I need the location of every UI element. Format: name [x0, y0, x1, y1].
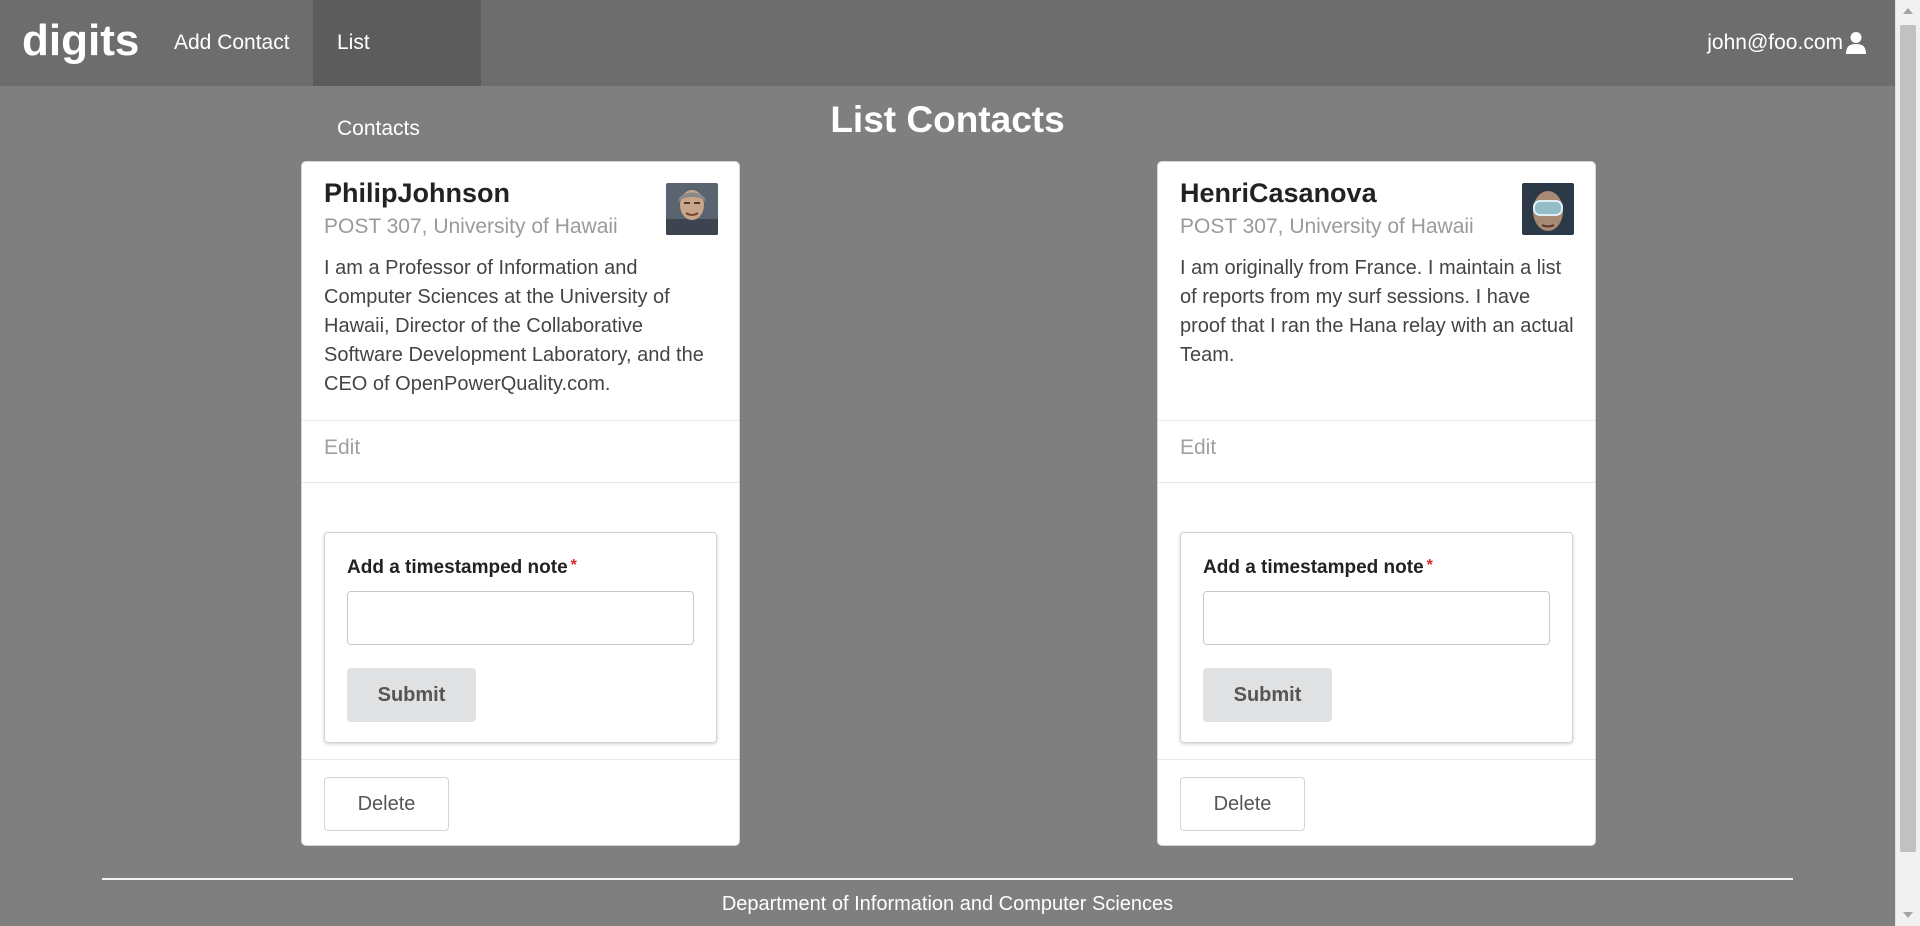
contact-card: HenriCasanova POST 307, University of Ha…: [1157, 161, 1596, 846]
footer-text: Department of Information and Computer S…: [721, 893, 1174, 915]
divider: [302, 482, 739, 483]
edit-link[interactable]: Edit: [324, 436, 360, 460]
contact-description: I am a Professor of Information and Comp…: [324, 257, 704, 395]
page-title: List Contacts: [830, 99, 1065, 140]
note-input[interactable]: [1203, 591, 1550, 645]
avatar: [1522, 183, 1574, 235]
contact-description: I am originally from France. I maintain …: [1180, 257, 1574, 366]
vertical-scrollbar[interactable]: [1895, 0, 1920, 926]
contact-card: PhilipJohnson POST 307, University of Ha…: [301, 161, 740, 846]
contact-name: HenriCasanova: [1180, 178, 1377, 208]
submit-button[interactable]: Submit: [1203, 668, 1332, 722]
divider: [1158, 759, 1595, 760]
divider: [1158, 420, 1595, 421]
divider: [302, 420, 739, 421]
user-icon: [1846, 32, 1866, 54]
nav-list-contacts[interactable]: List Contacts: [313, 0, 481, 140]
add-note-form: Add a timestamped note * Submit: [1180, 532, 1573, 743]
required-marker: *: [570, 557, 577, 574]
contact-address: POST 307, University of Hawaii: [324, 215, 618, 238]
scroll-up-icon[interactable]: [1903, 8, 1913, 14]
submit-button[interactable]: Submit: [347, 668, 476, 722]
contact-name: PhilipJohnson: [324, 178, 510, 208]
top-navbar: digits Add Contact List Contacts john@fo…: [0, 0, 1895, 140]
required-marker: *: [1426, 557, 1433, 574]
nav-add-contact[interactable]: Add Contact: [150, 0, 314, 86]
scroll-thumb[interactable]: [1900, 25, 1916, 852]
delete-button[interactable]: Delete: [1180, 777, 1305, 831]
user-email: john@foo.com: [1707, 31, 1843, 54]
add-note-form: Add a timestamped note * Submit: [324, 532, 717, 743]
brand-logo[interactable]: digits: [22, 14, 139, 68]
note-input[interactable]: [347, 591, 694, 645]
footer-divider: [102, 878, 1793, 880]
note-label: Add a timestamped note *: [347, 557, 577, 579]
note-label-text: Add a timestamped note: [1203, 557, 1424, 578]
user-menu[interactable]: john@foo.com: [1707, 0, 1867, 86]
divider: [302, 759, 739, 760]
note-label: Add a timestamped note *: [1203, 557, 1433, 579]
note-label-text: Add a timestamped note: [347, 557, 568, 578]
scroll-down-icon[interactable]: [1903, 912, 1913, 918]
edit-link[interactable]: Edit: [1180, 436, 1216, 460]
contact-address: POST 307, University of Hawaii: [1180, 215, 1474, 238]
avatar: [666, 183, 718, 235]
divider: [1158, 482, 1595, 483]
delete-button[interactable]: Delete: [324, 777, 449, 831]
